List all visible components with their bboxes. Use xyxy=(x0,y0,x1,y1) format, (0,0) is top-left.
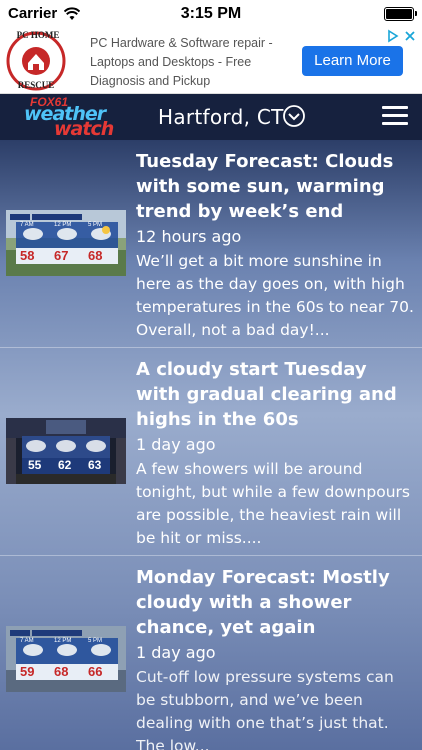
learn-more-button[interactable]: Learn More xyxy=(302,46,403,76)
thumb-label: 5 PM xyxy=(88,222,103,228)
thumb-temp: 59 xyxy=(20,664,35,679)
fox61-weather-watch-logo: FOX61 weather watch xyxy=(22,94,122,140)
thumb-label: 12 PM xyxy=(54,638,72,644)
article-thumbnail[interactable]: 7 AM 12 PM 5 PM 58 67 68 xyxy=(6,210,126,276)
ad-text[interactable]: PC Hardware & Software repair - Laptops … xyxy=(90,34,290,91)
list-item[interactable]: 55 62 63 A cloudy start Tuesday with gra… xyxy=(0,348,422,556)
thumb-temp: 68 xyxy=(88,248,103,263)
forecast-feed[interactable]: 7 AM 12 PM 5 PM 58 67 68 Tuesday Forecas… xyxy=(0,140,422,750)
article-thumbnail[interactable]: 55 62 63 xyxy=(6,418,126,484)
article-summary: Cut-off low pressure systems can be stub… xyxy=(136,668,394,750)
thumb-temp: 67 xyxy=(54,248,69,263)
menu-icon[interactable] xyxy=(382,106,408,126)
chevron-down-icon[interactable] xyxy=(282,104,306,128)
article-timestamp: 12 hours ago xyxy=(136,227,242,246)
forecast-graphic xyxy=(6,210,126,276)
app-header: FOX61 weather watch Hartford, CT xyxy=(0,94,422,140)
thumb-label: 12 PM xyxy=(54,222,72,228)
adchoices-icon[interactable] xyxy=(386,29,400,43)
ad-banner[interactable]: PC HOME RESCUE PC Hardware & Software re… xyxy=(0,28,422,94)
list-item[interactable]: 7 AM 12 PM 5 PM 58 67 68 Tuesday Forecas… xyxy=(0,140,422,348)
article-summary: We’ll get a bit more sunshine in here as… xyxy=(136,252,414,339)
forecast-graphic xyxy=(6,626,126,692)
thumb-label: 7 AM xyxy=(20,638,34,644)
thumb-temp: 66 xyxy=(88,664,103,679)
thumb-label: 5 PM xyxy=(88,638,103,644)
thumb-temp: 63 xyxy=(88,458,102,472)
article-title[interactable]: Monday Forecast: Mostly cloudy with a sh… xyxy=(136,565,412,640)
article-timestamp: 1 day ago xyxy=(136,435,216,454)
studio-graphic xyxy=(6,418,126,484)
thumb-temp: 58 xyxy=(20,248,35,263)
status-bar: Carrier 3:15 PM xyxy=(0,0,422,28)
logo-line-3: watch xyxy=(54,118,114,140)
city-selector[interactable]: Hartford, CT xyxy=(158,105,284,129)
ad-logo-top-text: PC HOME xyxy=(16,30,60,40)
thumb-temp: 68 xyxy=(54,664,69,679)
thumb-temp: 62 xyxy=(58,458,72,472)
article-title[interactable]: Tuesday Forecast: Clouds with some sun, … xyxy=(136,149,412,224)
thumb-label: 7 AM xyxy=(20,222,34,228)
article-timestamp: 1 day ago xyxy=(136,643,216,662)
article-thumbnail[interactable]: 7 AM 12 PM 5 PM 59 68 66 xyxy=(6,626,126,692)
clock: 3:15 PM xyxy=(180,5,242,22)
article-summary: A few showers will be around tonight, bu… xyxy=(136,460,410,547)
list-item[interactable]: 7 AM 12 PM 5 PM 59 68 66 Monday Forecast… xyxy=(0,556,422,750)
battery-icon xyxy=(384,7,417,21)
thumb-temp: 55 xyxy=(28,458,42,472)
article-title[interactable]: A cloudy start Tuesday with gradual clea… xyxy=(136,357,412,432)
ad-logo-bottom-text: RESCUE xyxy=(17,80,55,90)
close-icon[interactable] xyxy=(403,29,417,43)
